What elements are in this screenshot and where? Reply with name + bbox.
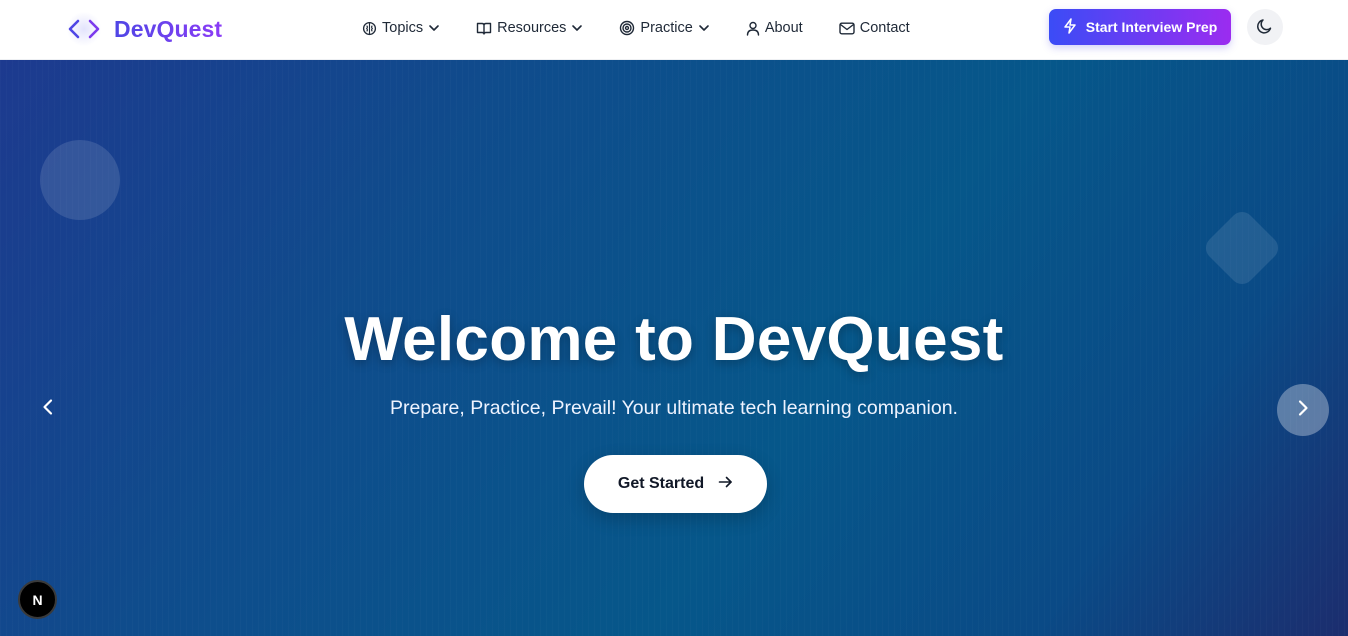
brain-icon [362, 21, 377, 36]
brand-logo[interactable]: DevQuest [66, 12, 222, 46]
arrow-right-icon [718, 475, 733, 494]
nav-item-label: Topics [382, 20, 424, 36]
nav-item-contact[interactable]: Contact [839, 20, 910, 36]
chevron-down-icon [571, 22, 583, 34]
nav-links: Topics Resources Practice About Contact [362, 16, 910, 40]
decorative-circle [40, 140, 120, 220]
nav-item-about[interactable]: About [746, 20, 803, 36]
get-started-button[interactable]: Get Started [584, 455, 767, 513]
nav-item-label: Resources [497, 20, 567, 36]
hero-title: Welcome to DevQuest [344, 305, 1004, 374]
cta-label: Start Interview Prep [1085, 19, 1218, 35]
user-icon [746, 21, 760, 36]
nav-item-resources[interactable]: Resources [476, 20, 583, 36]
nav-item-label: Practice [640, 20, 693, 36]
nav-item-practice[interactable]: Practice [619, 20, 709, 36]
nav-item-label: Contact [859, 20, 910, 36]
dev-tools-badge[interactable]: N [18, 580, 57, 619]
navbar: DevQuest Topics Resources Practice About… [0, 0, 1348, 60]
target-icon [619, 20, 635, 36]
start-interview-prep-button[interactable]: Start Interview Prep [1049, 9, 1231, 45]
chevron-down-icon [428, 22, 440, 34]
mail-icon [839, 22, 855, 35]
chevron-left-icon [41, 398, 55, 421]
moon-icon [1256, 17, 1274, 38]
lightning-icon [1063, 17, 1077, 37]
get-started-label: Get Started [617, 475, 705, 492]
book-open-icon [476, 21, 492, 36]
hero-subtitle: Prepare, Practice, Prevail! Your ultimat… [390, 397, 958, 419]
carousel-next-button[interactable] [1277, 384, 1329, 436]
hero-carousel: Welcome to DevQuest Prepare, Practice, P… [0, 60, 1348, 636]
carousel-prev-button[interactable] [34, 395, 62, 423]
theme-toggle-button[interactable] [1247, 9, 1283, 45]
code-brackets-icon [66, 12, 102, 46]
nav-item-topics[interactable]: Topics [362, 20, 440, 36]
brand-name: DevQuest [114, 15, 223, 42]
chevron-down-icon [698, 22, 710, 34]
nav-item-label: About [764, 20, 803, 36]
chevron-right-icon [1296, 399, 1310, 422]
